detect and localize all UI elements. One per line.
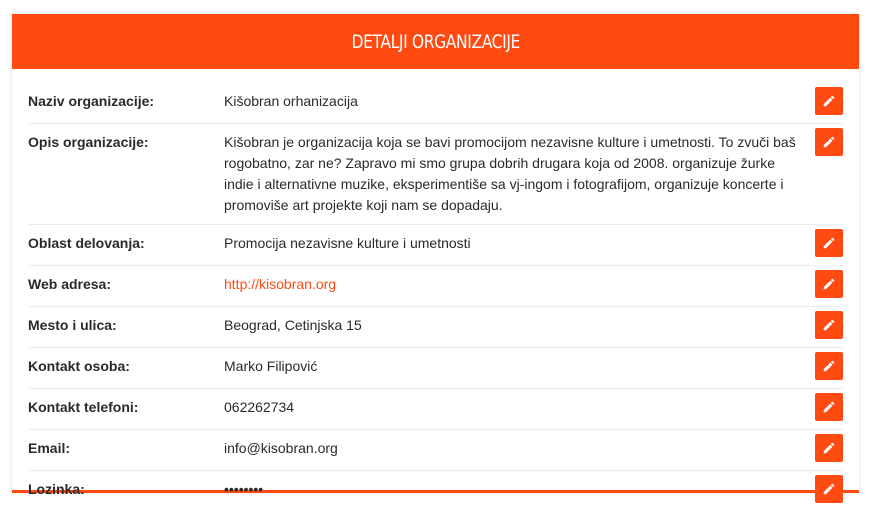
row-contact-person: Kontakt osoba: Marko Filipović xyxy=(28,348,843,389)
edit-city-street-button[interactable] xyxy=(815,311,843,339)
web-address-link[interactable]: http://kisobran.org xyxy=(224,274,815,295)
row-city-street: Mesto i ulica: Beograd, Cetinjska 15 xyxy=(28,307,843,348)
field-label: Opis organizacije: xyxy=(28,134,149,150)
field-label: Mesto i ulica: xyxy=(28,317,117,333)
field-label: Kontakt telefoni: xyxy=(28,399,139,415)
pencil-icon xyxy=(823,95,835,107)
edit-contact-person-button[interactable] xyxy=(815,352,843,380)
row-organization-description: Opis organizacije: Kišobran je organizac… xyxy=(28,124,843,225)
panel-title: Detalji organizacije xyxy=(351,30,520,53)
organization-details-panel: Detalji organizacije Naziv organizacije:… xyxy=(12,14,859,503)
field-label: Web adresa: xyxy=(28,276,111,292)
pencil-icon xyxy=(823,442,835,454)
row-organization-name: Naziv organizacije: Kišobran orhanizacij… xyxy=(28,83,843,124)
field-value: Marko Filipović xyxy=(224,358,318,374)
field-value: 062262734 xyxy=(224,399,295,415)
field-label: Kontakt osoba: xyxy=(28,358,130,374)
field-value: Kišobran orhanizacija xyxy=(224,93,358,109)
pencil-icon xyxy=(823,319,835,331)
row-email: Email: info@kisobran.org xyxy=(28,430,843,471)
edit-password-button[interactable] xyxy=(815,475,843,503)
edit-organization-name-button[interactable] xyxy=(815,87,843,115)
row-contact-phones: Kontakt telefoni: 062262734 xyxy=(28,389,843,430)
field-value: Promocija nezavisne kulture i umetnosti xyxy=(224,235,471,251)
edit-field-of-activity-button[interactable] xyxy=(815,229,843,257)
field-value: info@kisobran.org xyxy=(224,440,338,456)
field-label: Oblast delovanja: xyxy=(28,235,145,251)
field-label: Lozinka: xyxy=(28,481,85,497)
field-value: Kišobran je organizacija koja se bavi pr… xyxy=(224,134,796,213)
pencil-icon xyxy=(823,401,835,413)
pencil-icon xyxy=(823,483,835,495)
field-label: Email: xyxy=(28,440,71,456)
row-field-of-activity: Oblast delovanja: Promocija nezavisne ku… xyxy=(28,225,843,266)
edit-web-address-button[interactable] xyxy=(815,270,843,298)
details-list: Naziv organizacije: Kišobran orhanizacij… xyxy=(12,69,859,511)
pencil-icon xyxy=(823,237,835,249)
field-value: Beograd, Cetinjska 15 xyxy=(224,317,362,333)
panel-header: Detalji organizacije xyxy=(12,14,859,69)
pencil-icon xyxy=(823,278,835,290)
field-label: Naziv organizacije: xyxy=(28,93,155,109)
edit-organization-description-button[interactable] xyxy=(815,128,843,156)
pencil-icon xyxy=(823,360,835,372)
edit-contact-phones-button[interactable] xyxy=(815,393,843,421)
edit-email-button[interactable] xyxy=(815,434,843,462)
row-web-address: Web adresa: http://kisobran.org xyxy=(28,266,843,307)
pencil-icon xyxy=(823,136,835,148)
row-password: Lozinka: •••••••• xyxy=(28,471,843,511)
password-value: •••••••• xyxy=(224,481,264,497)
